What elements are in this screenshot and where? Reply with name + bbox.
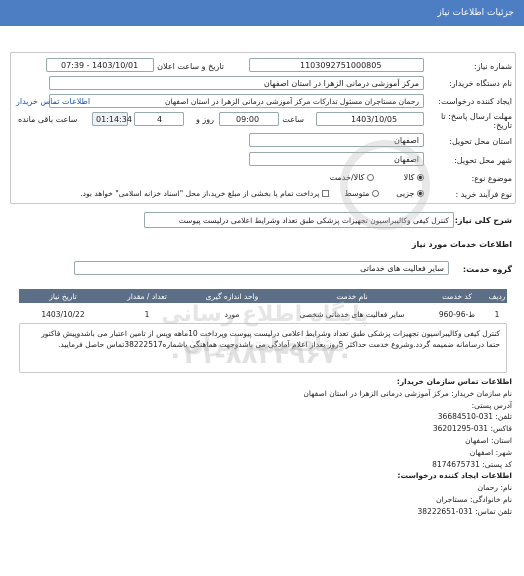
contact-section: اطلاعات تماس سازمان خریدار: نام سازمان خ…	[12, 376, 512, 518]
remaining-label: ساعت باقی مانده	[18, 115, 78, 124]
service-group-label: گروه خدمت:	[462, 265, 512, 274]
contact-province: استان: اصفهان	[465, 435, 512, 445]
page-title: جزئیات اطلاعات نیاز	[437, 8, 514, 18]
col-row: ردیف	[488, 291, 506, 301]
province-label: استان محل تحویل:	[449, 137, 512, 146]
days-field: 4	[134, 112, 184, 126]
deadline-date-field[interactable]: 1403/10/05	[316, 112, 424, 126]
buyer-field[interactable]: مرکز آموزشی درمانی الزهرا در استان اصفها…	[49, 76, 424, 90]
buyer-label: نام دستگاه خریدار:	[449, 79, 512, 88]
contact-fax: فاکس: 031-36201295	[432, 424, 512, 434]
contact-city: شهر: اصفهان	[469, 447, 512, 457]
service-group-field: سایر فعالیت های خدماتی	[74, 261, 449, 275]
need-number-field[interactable]: 1103092751000805	[249, 58, 424, 72]
deadline-time-field[interactable]: 09:00	[219, 112, 279, 126]
watermark-phone: ۰۲۱-۸۸۳۴۹۶۷۰	[167, 340, 353, 370]
creator-field[interactable]: رحمان مستاجران مسئول تدارکات مرکز آموزشی…	[49, 94, 424, 108]
process-label: نوع فرآیند خرید :	[455, 190, 512, 199]
city-label: شهر محل تحویل:	[454, 156, 512, 165]
time-label: ساعت	[282, 115, 304, 124]
days-label: روز و	[196, 115, 214, 124]
col-date: تاریخ نیاز	[49, 291, 77, 301]
watermark-seal-icon	[340, 140, 430, 230]
creator-label: ایجاد کننده درخواست:	[438, 97, 512, 106]
category-label: موضوع نوع:	[471, 174, 513, 183]
contact-first-name: نام: رحمان	[477, 483, 512, 493]
announce-field[interactable]: 1403/10/01 - 07:39	[46, 58, 154, 72]
treasury-checkbox-row[interactable]: پرداخت تمام یا بخشی از مبلغ خرید،از محل …	[80, 189, 329, 198]
buyer-contact-link[interactable]: اطلاعات تماس خریدار	[16, 97, 90, 106]
deadline-label: مهلت ارسال پاسخ: تا تاریخ:	[440, 112, 512, 130]
contact-phone: تلفن: 031-36684510	[437, 412, 512, 422]
page-header: جزئیات اطلاعات نیاز	[0, 0, 524, 26]
services-section-title: اطلاعات خدمات مورد نیاز	[411, 240, 512, 249]
need-number-label: شماره نیاز:	[474, 62, 512, 71]
col-code: کد خدمت	[442, 291, 472, 301]
remaining-time-field: 01:14:34	[92, 112, 132, 126]
contact-address: آدرس پستی:	[471, 400, 512, 410]
contact-creator-phone: تلفن تماس: 031-38222651	[417, 506, 512, 516]
description-label: شرح کلی نیاز:	[454, 216, 512, 225]
contact-postal: کد پستی: 8174675731	[432, 459, 512, 469]
contact-last-name: نام خانوادگی: مستاجران	[435, 494, 512, 504]
contact-creator-title: اطلاعات ایجاد کننده درخواست:	[397, 471, 513, 481]
checkbox-icon[interactable]	[322, 190, 329, 197]
